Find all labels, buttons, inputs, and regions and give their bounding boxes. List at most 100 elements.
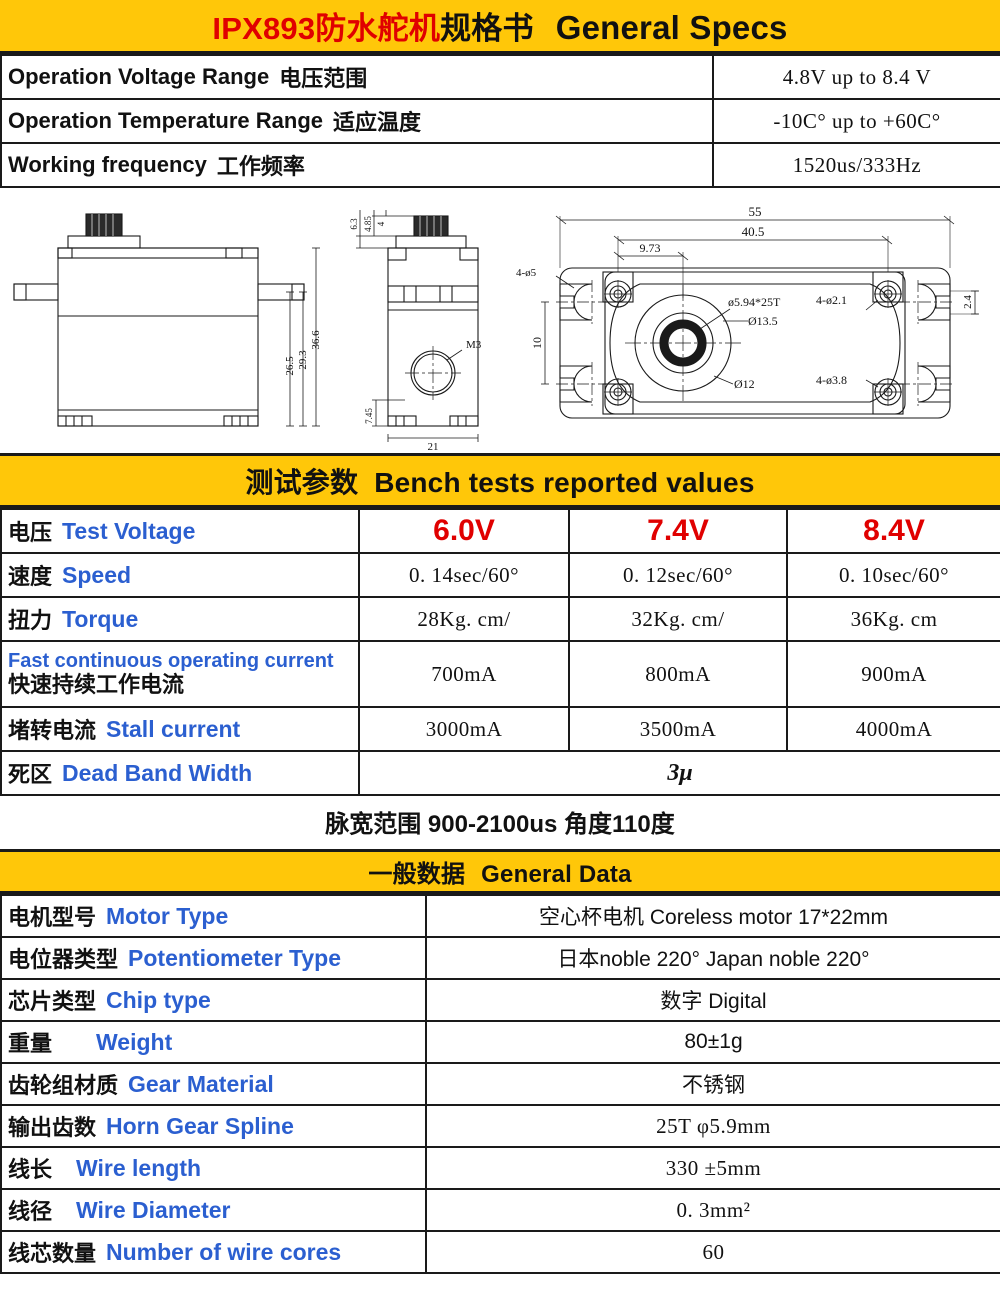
header-banner: IPX893防水舵机规格书 General Specs: [0, 0, 1000, 54]
bench-label-en: Torque: [62, 605, 139, 632]
general-data-value: 日本noble 220° Japan noble 220°: [425, 936, 1000, 980]
bench-label-cell: 速度 Speed: [0, 552, 360, 598]
general-data-label-en: Potentiometer Type: [128, 944, 342, 971]
general-data-label-cn: 重量: [8, 1031, 53, 1056]
general-data-label-cn: 线芯数量: [8, 1241, 97, 1266]
general-data-label-cn: 芯片类型: [8, 989, 97, 1014]
general-specs-label-en: Operation Voltage Range: [8, 64, 270, 89]
table-row: 速度 Speed 0. 14sec/60° 0. 12sec/60° 0. 10…: [0, 552, 1000, 598]
general-data-label-en: Horn Gear Spline: [106, 1112, 294, 1139]
general-data-banner: 一般数据 General Data: [0, 852, 1000, 894]
bench-label-cell: 死区 Dead Band Width: [0, 750, 360, 796]
general-data-table: 电机型号 Motor Type 空心杯电机 Coreless motor 17*…: [0, 894, 1000, 1274]
general-data-value: 数字 Digital: [425, 978, 1000, 1022]
plan-view-dim-10: 10: [530, 337, 544, 349]
general-data-value: 80±1g: [425, 1020, 1000, 1064]
general-data-label-cell: 线长 Wire length: [0, 1146, 427, 1190]
general-data-label-cell: 线径 Wire Diameter: [0, 1188, 427, 1232]
bench-label-en: Dead Band Width: [62, 759, 253, 786]
table-row: 线芯数量 Number of wire cores 60: [0, 1230, 1000, 1274]
general-data-label-en: Wire length: [76, 1154, 202, 1181]
bench-value: 4000mA: [786, 706, 1000, 752]
general-specs-label-cell: Operation Voltage Range 电压范围: [0, 54, 714, 100]
general-data-label-cn: 电机型号: [8, 905, 97, 930]
table-row: 堵转电流 Stall current 3000mA 3500mA 4000mA: [0, 706, 1000, 752]
plan-view-callout-d12: Ø12: [734, 377, 755, 391]
bench-tests-table: 电压 Test Voltage 6.0V 7.4V 8.4V 速度 Speed …: [0, 508, 1000, 796]
bench-label-en: Fast continuous operating current: [8, 650, 334, 673]
table-row: 芯片类型 Chip type 数字 Digital: [0, 978, 1000, 1022]
general-specs-table: Operation Voltage Range 电压范围 4.8V up to …: [0, 54, 1000, 188]
bench-label-en: Test Voltage: [62, 517, 196, 544]
general-data-label-en: Motor Type: [106, 902, 229, 929]
side-view-dim-366: 36.6: [310, 330, 322, 350]
bench-label-en: Stall current: [106, 715, 241, 742]
bench-label-cn: 死区: [8, 762, 53, 787]
pulse-width-note: 脉宽范围 900-2100us 角度110度: [0, 796, 1000, 852]
bench-value: 32Kg. cm/: [568, 596, 788, 642]
bench-value: 700mA: [358, 640, 570, 708]
general-data-value: 60: [425, 1230, 1000, 1274]
general-data-label-cn: 电位器类型: [8, 947, 119, 972]
general-data-label-en: Gear Material: [128, 1070, 274, 1097]
bench-label-cell: 扭力 Torque: [0, 596, 360, 642]
table-row: 电位器类型 Potentiometer Type 日本noble 220° Ja…: [0, 936, 1000, 980]
general-data-label-en: Wire Diameter: [76, 1196, 231, 1223]
general-data-label-cell: 电机型号 Motor Type: [0, 894, 427, 938]
bench-value: 7.4V: [568, 508, 788, 554]
general-data-label-cell: 齿轮组材质 Gear Material: [0, 1062, 427, 1106]
general-data-value: 330 ±5mm: [425, 1146, 1000, 1190]
general-data-label-cell: 芯片类型 Chip type: [0, 978, 427, 1022]
general-specs-value: 1520us/333Hz: [712, 142, 1000, 188]
bench-value: 3000mA: [358, 706, 570, 752]
bench-label-cell: Fast continuous operating current 快速持续工作…: [0, 640, 360, 708]
table-row: 电压 Test Voltage 6.0V 7.4V 8.4V: [0, 508, 1000, 554]
side-view-dim-293: 29.3: [297, 350, 309, 370]
plan-view-dim-55: 55: [749, 204, 762, 219]
general-data-value: 0. 3mm²: [425, 1188, 1000, 1232]
general-specs-label-en: Working frequency: [8, 152, 207, 177]
front-view-dim-485: 4.85: [363, 216, 373, 232]
front-view-dim-4: 4: [376, 221, 386, 226]
bench-tests-banner: 测试参数 Bench tests reported values: [0, 456, 1000, 508]
table-row: 死区 Dead Band Width 3μ: [0, 750, 1000, 796]
bench-value-merged: 3μ: [358, 750, 1000, 796]
general-data-label-cell: 输出齿数 Horn Gear Spline: [0, 1104, 427, 1148]
general-specs-label-cn: 工作频率: [216, 154, 305, 179]
general-data-banner-cn: 一般数据: [368, 861, 466, 888]
table-row: Fast continuous operating current 快速持续工作…: [0, 640, 1000, 708]
bench-value: 3500mA: [568, 706, 788, 752]
bench-value: 0. 12sec/60°: [568, 552, 788, 598]
general-data-label-cn: 线长: [8, 1157, 53, 1182]
bench-value: 0. 10sec/60°: [786, 552, 1000, 598]
side-view-dim-265: 26.5: [284, 356, 296, 376]
table-row: 线径 Wire Diameter 0. 3mm²: [0, 1188, 1000, 1232]
table-row: 齿轮组材质 Gear Material 不锈钢: [0, 1062, 1000, 1106]
general-data-banner-en: General Data: [481, 861, 632, 888]
page-title-cn-black: 规格书: [440, 11, 534, 46]
general-data-label-en: Weight: [96, 1028, 173, 1055]
table-row: 电机型号 Motor Type 空心杯电机 Coreless motor 17*…: [0, 894, 1000, 938]
plan-view-callout-d135: Ø13.5: [748, 314, 778, 328]
bench-tests-banner-en: Bench tests reported values: [374, 466, 755, 498]
general-specs-label-cell: Operation Temperature Range 适应温度: [0, 98, 714, 144]
plan-view-callout-4-o5: 4-ø5: [516, 267, 537, 279]
page-title-cn-red: IPX893防水舵机: [212, 11, 441, 46]
table-row: 输出齿数 Horn Gear Spline 25T φ5.9mm: [0, 1104, 1000, 1148]
table-row: Working frequency 工作频率 1520us/333Hz: [0, 142, 1000, 188]
page-title: IPX893防水舵机规格书 General Specs: [212, 3, 787, 48]
general-specs-label-cn: 电压范围: [279, 66, 368, 91]
general-data-label-en: Chip type: [106, 986, 211, 1013]
bench-value: 0. 14sec/60°: [358, 552, 570, 598]
general-data-value: 不锈钢: [425, 1062, 1000, 1106]
plan-view-dim-24: 2.4: [962, 295, 974, 309]
general-data-value: 空心杯电机 Coreless motor 17*22mm: [425, 894, 1000, 938]
bench-value: 800mA: [568, 640, 788, 708]
bench-label-cell: 堵转电流 Stall current: [0, 706, 360, 752]
table-row: 重量 Weight 80±1g: [0, 1020, 1000, 1064]
bench-label-cn: 速度: [8, 564, 53, 589]
table-row: Operation Voltage Range 电压范围 4.8V up to …: [0, 54, 1000, 100]
page-title-en: General Specs: [555, 9, 788, 46]
general-data-label-cn: 线径: [8, 1199, 53, 1224]
general-data-label-en: Number of wire cores: [106, 1238, 342, 1265]
